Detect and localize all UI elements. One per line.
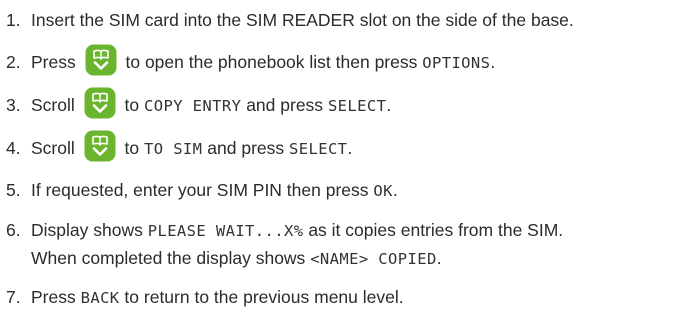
punctuation: . <box>436 248 442 268</box>
step-text: When completed the display shows <box>31 248 306 268</box>
step-3: 3. Scroll to COPY ENTRY and press SELECT. <box>6 87 671 120</box>
step-number: 6. <box>6 220 21 240</box>
display-text: SELECT <box>327 97 387 115</box>
step-number: 1. <box>6 10 21 30</box>
display-text: OPTIONS <box>422 54 491 72</box>
punctuation: . <box>386 95 392 115</box>
step-number: 5. <box>6 180 21 200</box>
step-text: and press <box>246 95 324 115</box>
display-text: COPY ENTRY <box>144 97 242 115</box>
step-number: 7. <box>6 287 21 307</box>
step-text: Press <box>31 287 76 307</box>
step-text: If requested, enter your SIM PIN then pr… <box>31 180 369 200</box>
instruction-steps: 1. Insert the SIM card into the SIM READE… <box>0 0 675 322</box>
step-6: 6. Display shows PLEASE WAIT...X% as it c… <box>6 216 671 273</box>
phonebook-down-key-icon <box>84 87 116 119</box>
display-text: SELECT <box>289 140 348 158</box>
step-7: 7. Press BACK to return to the previous m… <box>6 283 671 312</box>
step-5: 5. If requested, enter your SIM PIN then … <box>6 176 671 205</box>
step-number: 4. <box>6 138 21 158</box>
punctuation: . <box>392 180 398 200</box>
step-text: to <box>124 95 140 115</box>
display-text: BACK <box>80 289 120 307</box>
display-text: TO SIM <box>144 140 203 158</box>
punctuation: . <box>347 138 353 158</box>
step-text: and press <box>207 138 285 158</box>
step-2: 2. Press to open the phonebook list then … <box>6 44 671 77</box>
step-text: to return to the previous menu level. <box>124 287 404 307</box>
step-text: Press <box>31 52 76 72</box>
step-1: 1. Insert the SIM card into the SIM READE… <box>6 6 671 34</box>
step-text: Scroll <box>31 138 75 158</box>
step-text: Scroll <box>31 95 75 115</box>
punctuation: . <box>490 52 496 72</box>
display-text: <NAME> COPIED <box>310 250 437 268</box>
step-4: 4. Scroll to TO SIM and press SELECT. <box>6 130 671 163</box>
phonebook-down-key-icon <box>84 130 116 162</box>
step-text: as it copies entries from the SIM. <box>308 220 564 240</box>
step-text: to <box>124 138 140 158</box>
display-text: OK <box>373 182 393 200</box>
display-text: PLEASE WAIT...X% <box>147 222 304 240</box>
step-text: to open the phonebook list then press <box>125 52 418 72</box>
step-text: Display shows <box>31 220 143 240</box>
phonebook-down-key-icon <box>85 44 117 76</box>
step-continuation: When completed the display shows <NAME> … <box>6 244 671 273</box>
step-text: Insert the SIM card into the SIM READER … <box>31 10 574 30</box>
step-number: 3. <box>6 95 21 115</box>
step-number: 2. <box>6 52 21 72</box>
